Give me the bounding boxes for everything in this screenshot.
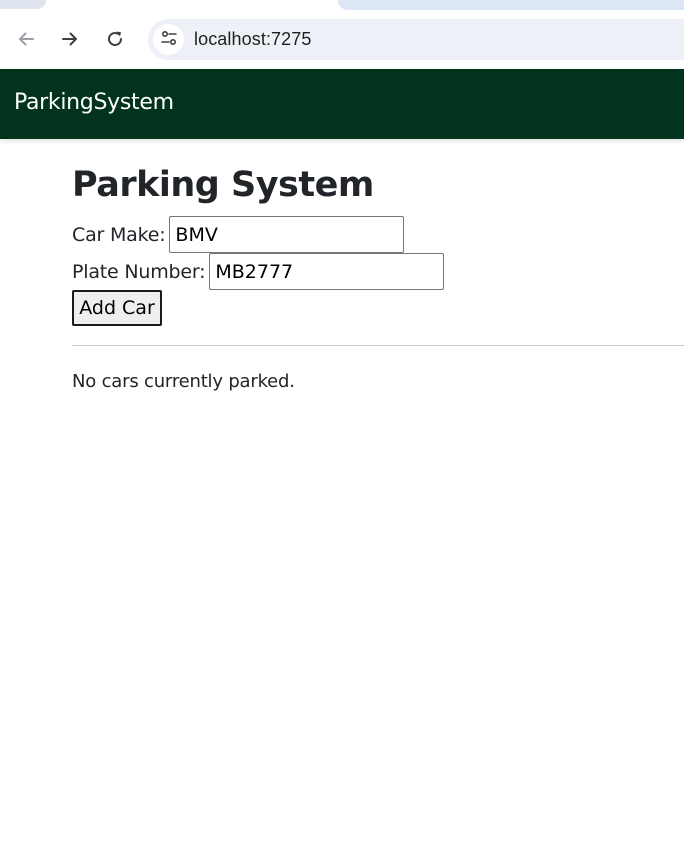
url-text[interactable]: localhost:7275 [194, 29, 312, 50]
browser-tab-active[interactable] [338, 0, 684, 10]
brand-link[interactable]: ParkingSystem [14, 90, 174, 115]
back-button[interactable] [11, 24, 41, 54]
address-bar[interactable]: localhost:7275 [148, 19, 684, 60]
divider [72, 345, 684, 346]
arrow-left-icon [16, 29, 36, 49]
arrow-right-icon [60, 29, 80, 49]
plate-number-label: Plate Number: [72, 260, 206, 283]
car-make-label: Car Make: [72, 223, 166, 246]
browser-tab-left[interactable] [0, 0, 46, 9]
add-car-button[interactable]: Add Car [72, 290, 162, 326]
site-info-button[interactable] [153, 24, 184, 55]
page-title: Parking System [72, 165, 374, 205]
tune-icon [160, 29, 178, 51]
car-make-input[interactable] [169, 216, 405, 253]
car-make-row: Car Make: [72, 216, 405, 253]
empty-state-message: No cars currently parked. [72, 371, 295, 392]
reload-button[interactable] [100, 24, 130, 54]
plate-number-row: Plate Number: [72, 253, 445, 290]
forward-button[interactable] [55, 24, 85, 54]
app-navbar: ParkingSystem [0, 69, 684, 139]
browser-toolbar: localhost:7275 [0, 0, 684, 69]
reload-icon [105, 29, 125, 49]
plate-number-input[interactable] [209, 253, 445, 290]
